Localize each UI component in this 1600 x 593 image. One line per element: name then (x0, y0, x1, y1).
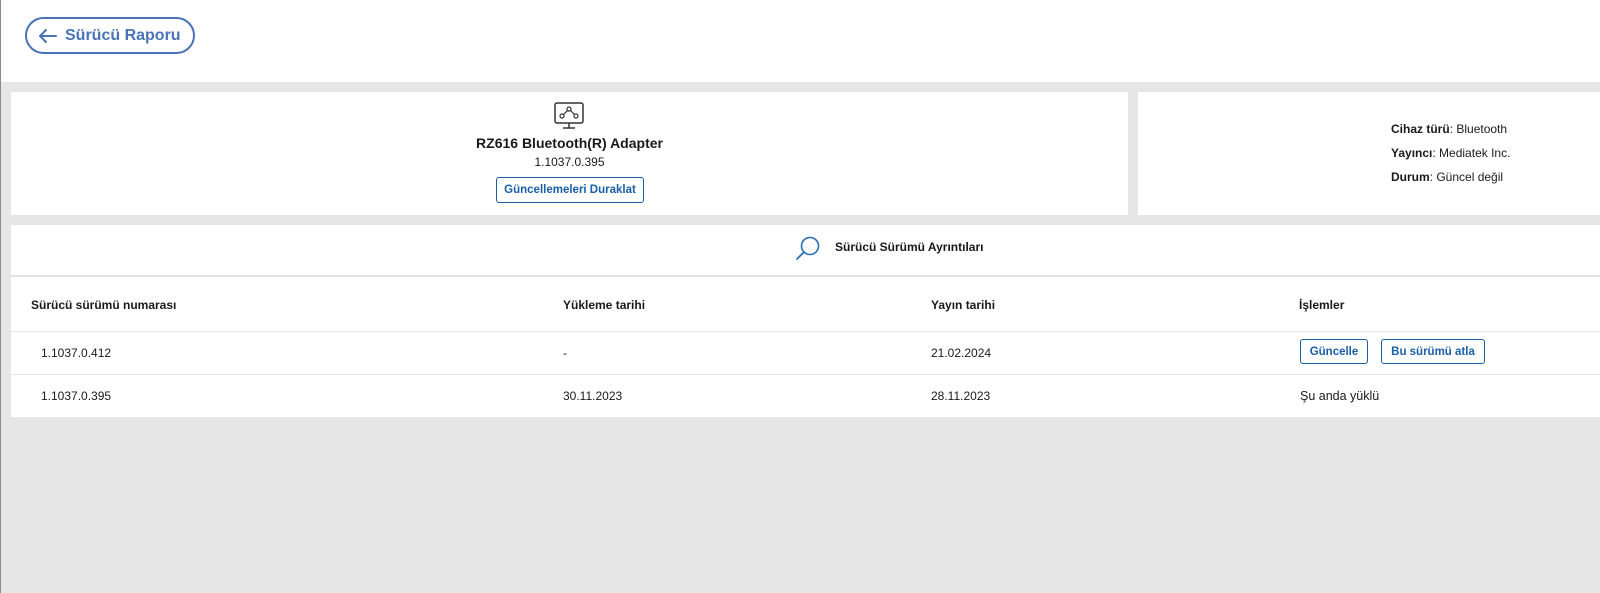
row-install-date: - (563, 346, 567, 360)
row-install-date: 30.11.2023 (563, 389, 623, 403)
row-version: 1.1037.0.395 (41, 389, 112, 403)
search-icon (796, 236, 820, 260)
row-release-date: 28.11.2023 (931, 389, 991, 403)
pause-updates-button[interactable]: Güncellemeleri Duraklat (496, 177, 644, 203)
row-divider (11, 331, 1600, 332)
skip-version-button[interactable]: Bu sürümü atla (1381, 339, 1485, 364)
device-type-value: Bluetooth (1456, 122, 1508, 136)
device-type-label: Cihaz türü (1391, 122, 1450, 136)
status-info: Durum: Güncel değil (1391, 170, 1504, 184)
back-button-label: Sürücü Raporu (65, 26, 181, 44)
details-title: Sürücü Sürümü Ayrıntıları (835, 240, 984, 254)
device-info-card: Cihaz türü: Bluetooth Yayıncı: Mediatek … (1138, 92, 1600, 215)
driver-version-details: Sürücü Sürümü Ayrıntıları Sürücü sürümü … (11, 225, 1600, 417)
device-name: RZ616 Bluetooth(R) Adapter (476, 135, 663, 151)
details-header: Sürücü Sürümü Ayrıntıları (11, 225, 1600, 277)
back-button[interactable]: Sürücü Raporu (25, 17, 195, 54)
column-header-version: Sürücü sürümü numarası (31, 298, 177, 312)
publisher-label: Yayıncı (1391, 146, 1433, 160)
publisher-value: Mediatek Inc. (1439, 146, 1511, 160)
status-value: Güncel değil (1436, 170, 1504, 184)
network-device-icon (554, 102, 584, 129)
device-summary-card: RZ616 Bluetooth(R) Adapter 1.1037.0.395 … (11, 92, 1128, 215)
publisher-info: Yayıncı: Mediatek Inc. (1391, 146, 1511, 160)
row-divider (11, 374, 1600, 375)
device-version: 1.1037.0.395 (534, 155, 605, 169)
currently-installed-text: Şu anda yüklü (1300, 389, 1380, 403)
update-button[interactable]: Güncelle (1300, 339, 1368, 364)
row-release-date: 21.02.2024 (931, 346, 992, 360)
column-header-release-date: Yayın tarihi (931, 298, 996, 312)
column-header-install-date: Yükleme tarihi (563, 298, 646, 312)
window-edge (0, 0, 1, 593)
arrow-left-icon (39, 28, 57, 43)
status-label: Durum (1391, 170, 1430, 184)
row-version: 1.1037.0.412 (41, 346, 112, 360)
column-header-actions: İşlemler (1299, 298, 1345, 312)
top-bar: Sürücü Raporu (1, 0, 1600, 82)
device-type-info: Cihaz türü: Bluetooth (1391, 122, 1508, 136)
